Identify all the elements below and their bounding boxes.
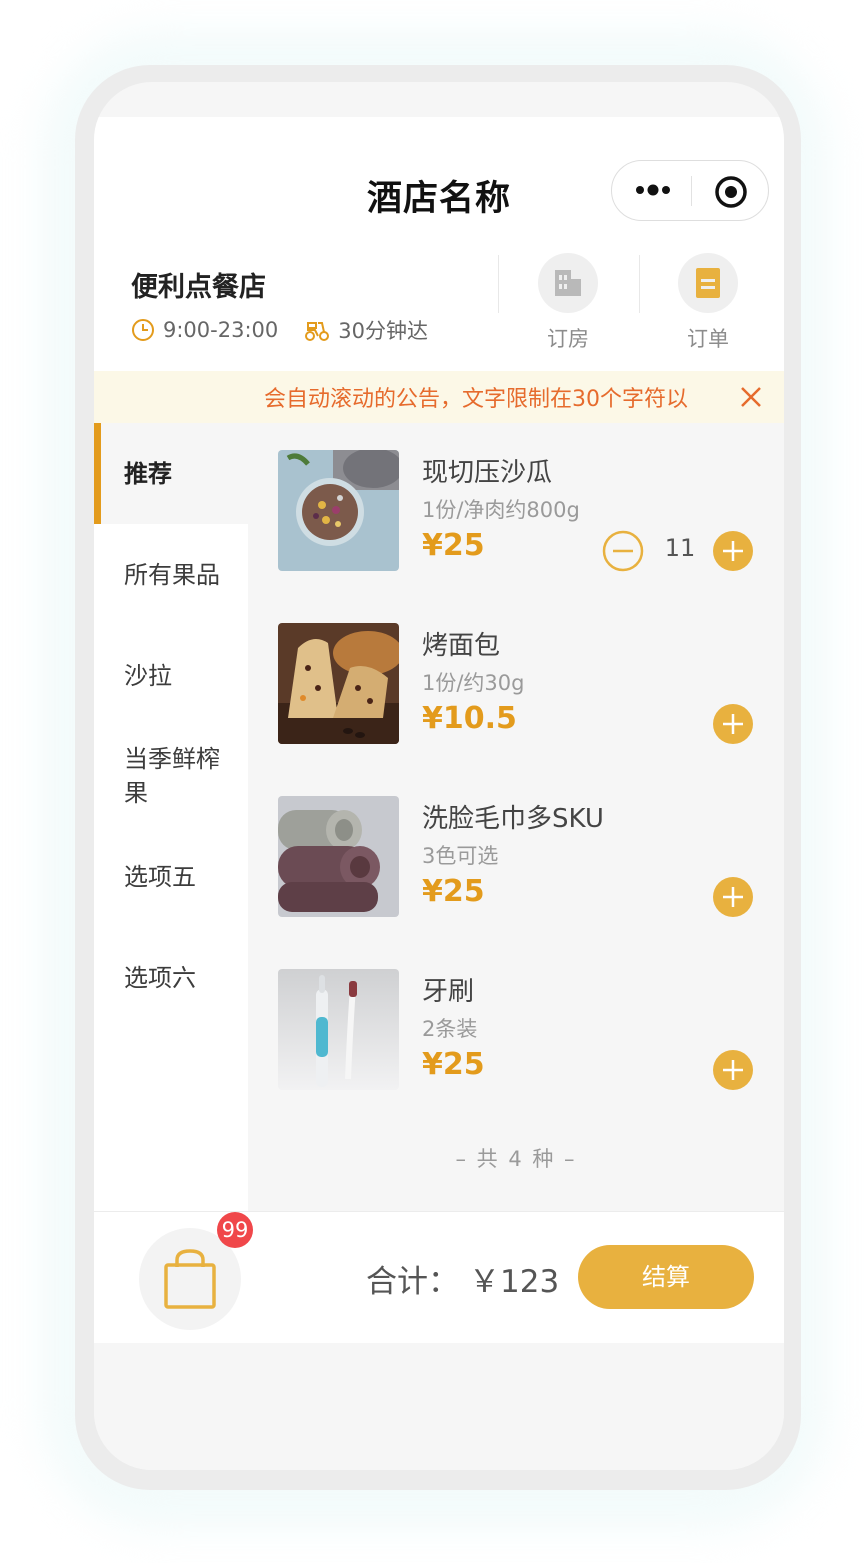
book-room-label: 订房 [547,327,589,351]
product-name: 洗脸毛巾多SKU [422,804,604,834]
orders-label: 订单 [687,327,729,351]
category-item-option-6[interactable]: 选项六 [94,927,248,1028]
store-divider [639,255,640,313]
product-desc: 2条装 [422,1017,478,1041]
minus-button[interactable] [602,530,644,572]
app-screen: 酒店名称 便利点餐店 9:00-23:00 30分钟达 订房 订单 会自动滚动的… [94,82,784,1470]
product-price: ¥25 [422,528,485,563]
plus-button[interactable] [712,703,754,745]
safe-area [94,1343,784,1470]
store-name: 便利点餐店 [131,272,266,303]
order-icon [696,268,720,298]
category-item-seasonal-juice[interactable]: 当季鲜榨果 [94,725,248,826]
product-name: 烤面包 [422,631,501,661]
product-name: 现切压沙瓜 [422,458,553,488]
capsule-divider [691,176,692,206]
product-list: 现切压沙瓜 1份/净肉约800g ¥25 11 烤面包 1份/约30g ¥10.… [248,423,784,1211]
total-label: 合计： [366,1264,459,1300]
plus-button[interactable] [712,876,754,918]
category-sidebar: 推荐 所有果品 沙拉 当季鲜榨果 选项五 选项六 [94,423,248,1211]
product-item[interactable]: 现切压沙瓜 1份/净肉约800g ¥25 11 [278,450,768,572]
close-icon[interactable] [737,383,765,411]
category-item-salad[interactable]: 沙拉 [94,625,248,726]
product-image-bread [278,623,399,744]
store-divider [498,255,499,313]
product-image-melon-jar [278,450,399,571]
product-price: ¥10.5 [422,701,517,736]
cart-badge: 99 [217,1212,253,1248]
product-item[interactable]: 洗脸毛巾多SKU 3色可选 ¥25 [278,796,768,918]
clock-icon [132,319,154,341]
store-hours: 9:00-23:00 [163,318,279,342]
close-mini-program-icon[interactable] [713,174,749,210]
mini-program-capsule [611,160,769,221]
shopping-bag-icon [164,1249,216,1309]
more-icon[interactable] [634,180,674,200]
product-item[interactable]: 烤面包 1份/约30g ¥10.5 [278,623,768,745]
plus-button[interactable] [712,530,754,572]
quantity-value: 11 [664,534,696,562]
delivery-time: 30分钟达 [338,319,428,343]
category-item-recommend[interactable]: 推荐 [94,423,248,524]
product-item[interactable]: 牙刷 2条装 ¥25 [278,969,768,1091]
product-count: – 共 4 种 – [455,1147,577,1171]
product-desc: 1份/净肉约800g [422,498,580,522]
book-room-button[interactable]: 订房 [528,253,608,353]
cart-bar: 99 合计： ￥123 结算 [94,1211,784,1344]
checkout-button[interactable]: 结算 [578,1245,754,1309]
category-item-all-fruit[interactable]: 所有果品 [94,524,248,625]
product-desc: 3色可选 [422,844,499,868]
announcement-bar: 会自动滚动的公告，文字限制在30个字符以 [94,371,784,423]
product-desc: 1份/约30g [422,671,525,695]
store-meta: 9:00-23:00 30分钟达 [131,315,454,345]
announcement-text: 会自动滚动的公告，文字限制在30个字符以 [264,387,688,412]
store-info-bar: 便利点餐店 9:00-23:00 30分钟达 订房 订单 [94,253,784,371]
total-value: ￥123 [469,1264,560,1300]
product-name: 牙刷 [422,977,475,1007]
product-price: ¥25 [422,874,485,909]
plus-button[interactable] [712,1049,754,1091]
orders-button[interactable]: 订单 [668,253,748,353]
building-icon [555,270,581,296]
product-image-toothbrush [278,969,399,1090]
product-price: ¥25 [422,1047,485,1082]
product-image-towels [278,796,399,917]
scooter-icon [305,322,330,341]
category-item-option-5[interactable]: 选项五 [94,826,248,927]
